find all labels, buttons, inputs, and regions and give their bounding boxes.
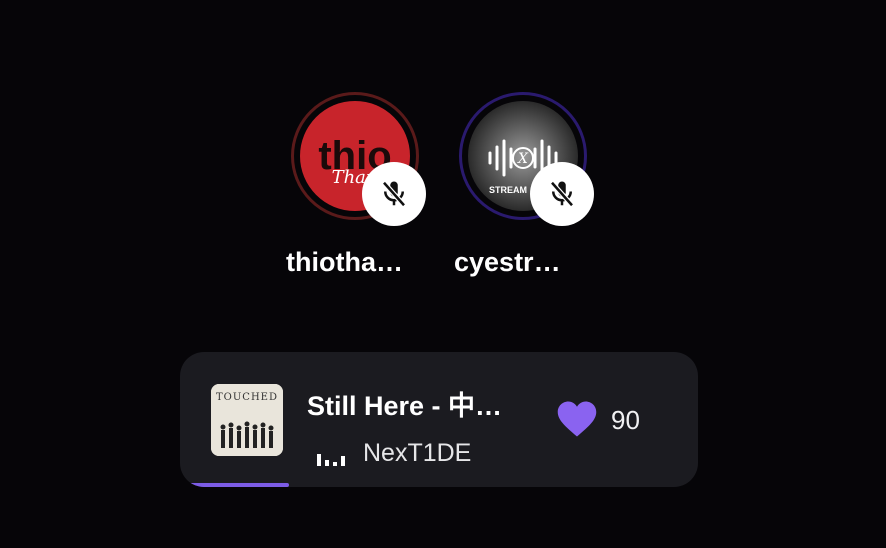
voice-room: thio Thank thiotha… X STREAM cyestr… TOU… (0, 0, 886, 548)
mic-off-icon (382, 181, 406, 207)
now-playing-card[interactable]: TOUCHED Still Here - 中… NexT1DE 90 (180, 352, 698, 487)
muted-mic-badge (362, 162, 426, 226)
album-art: TOUCHED (211, 384, 283, 456)
playback-progress (180, 483, 698, 487)
avatar-logo-text: STREAM (489, 185, 527, 195)
progress-fill (180, 483, 289, 487)
svg-text:X: X (517, 151, 529, 167)
like-count: 90 (611, 405, 640, 435)
speaker-name: cyestr… (454, 247, 561, 277)
track-title: Still Here - 中… (307, 391, 503, 421)
track-artist: NexT1DE (363, 439, 472, 467)
album-art-title: TOUCHED (216, 392, 278, 403)
speaker-tile[interactable]: thio Thank thiotha… (280, 92, 430, 278)
heart-icon[interactable] (556, 399, 598, 439)
muted-mic-badge (530, 162, 594, 226)
speaker-name: thiotha… (286, 247, 403, 277)
equalizer-icon (317, 454, 345, 466)
speaker-tile[interactable]: X STREAM cyestr… (448, 92, 598, 278)
speaker-avatar-wrap: thio Thank (291, 92, 426, 226)
mic-off-icon (550, 181, 574, 207)
speaker-avatar-wrap: X STREAM (459, 92, 594, 226)
